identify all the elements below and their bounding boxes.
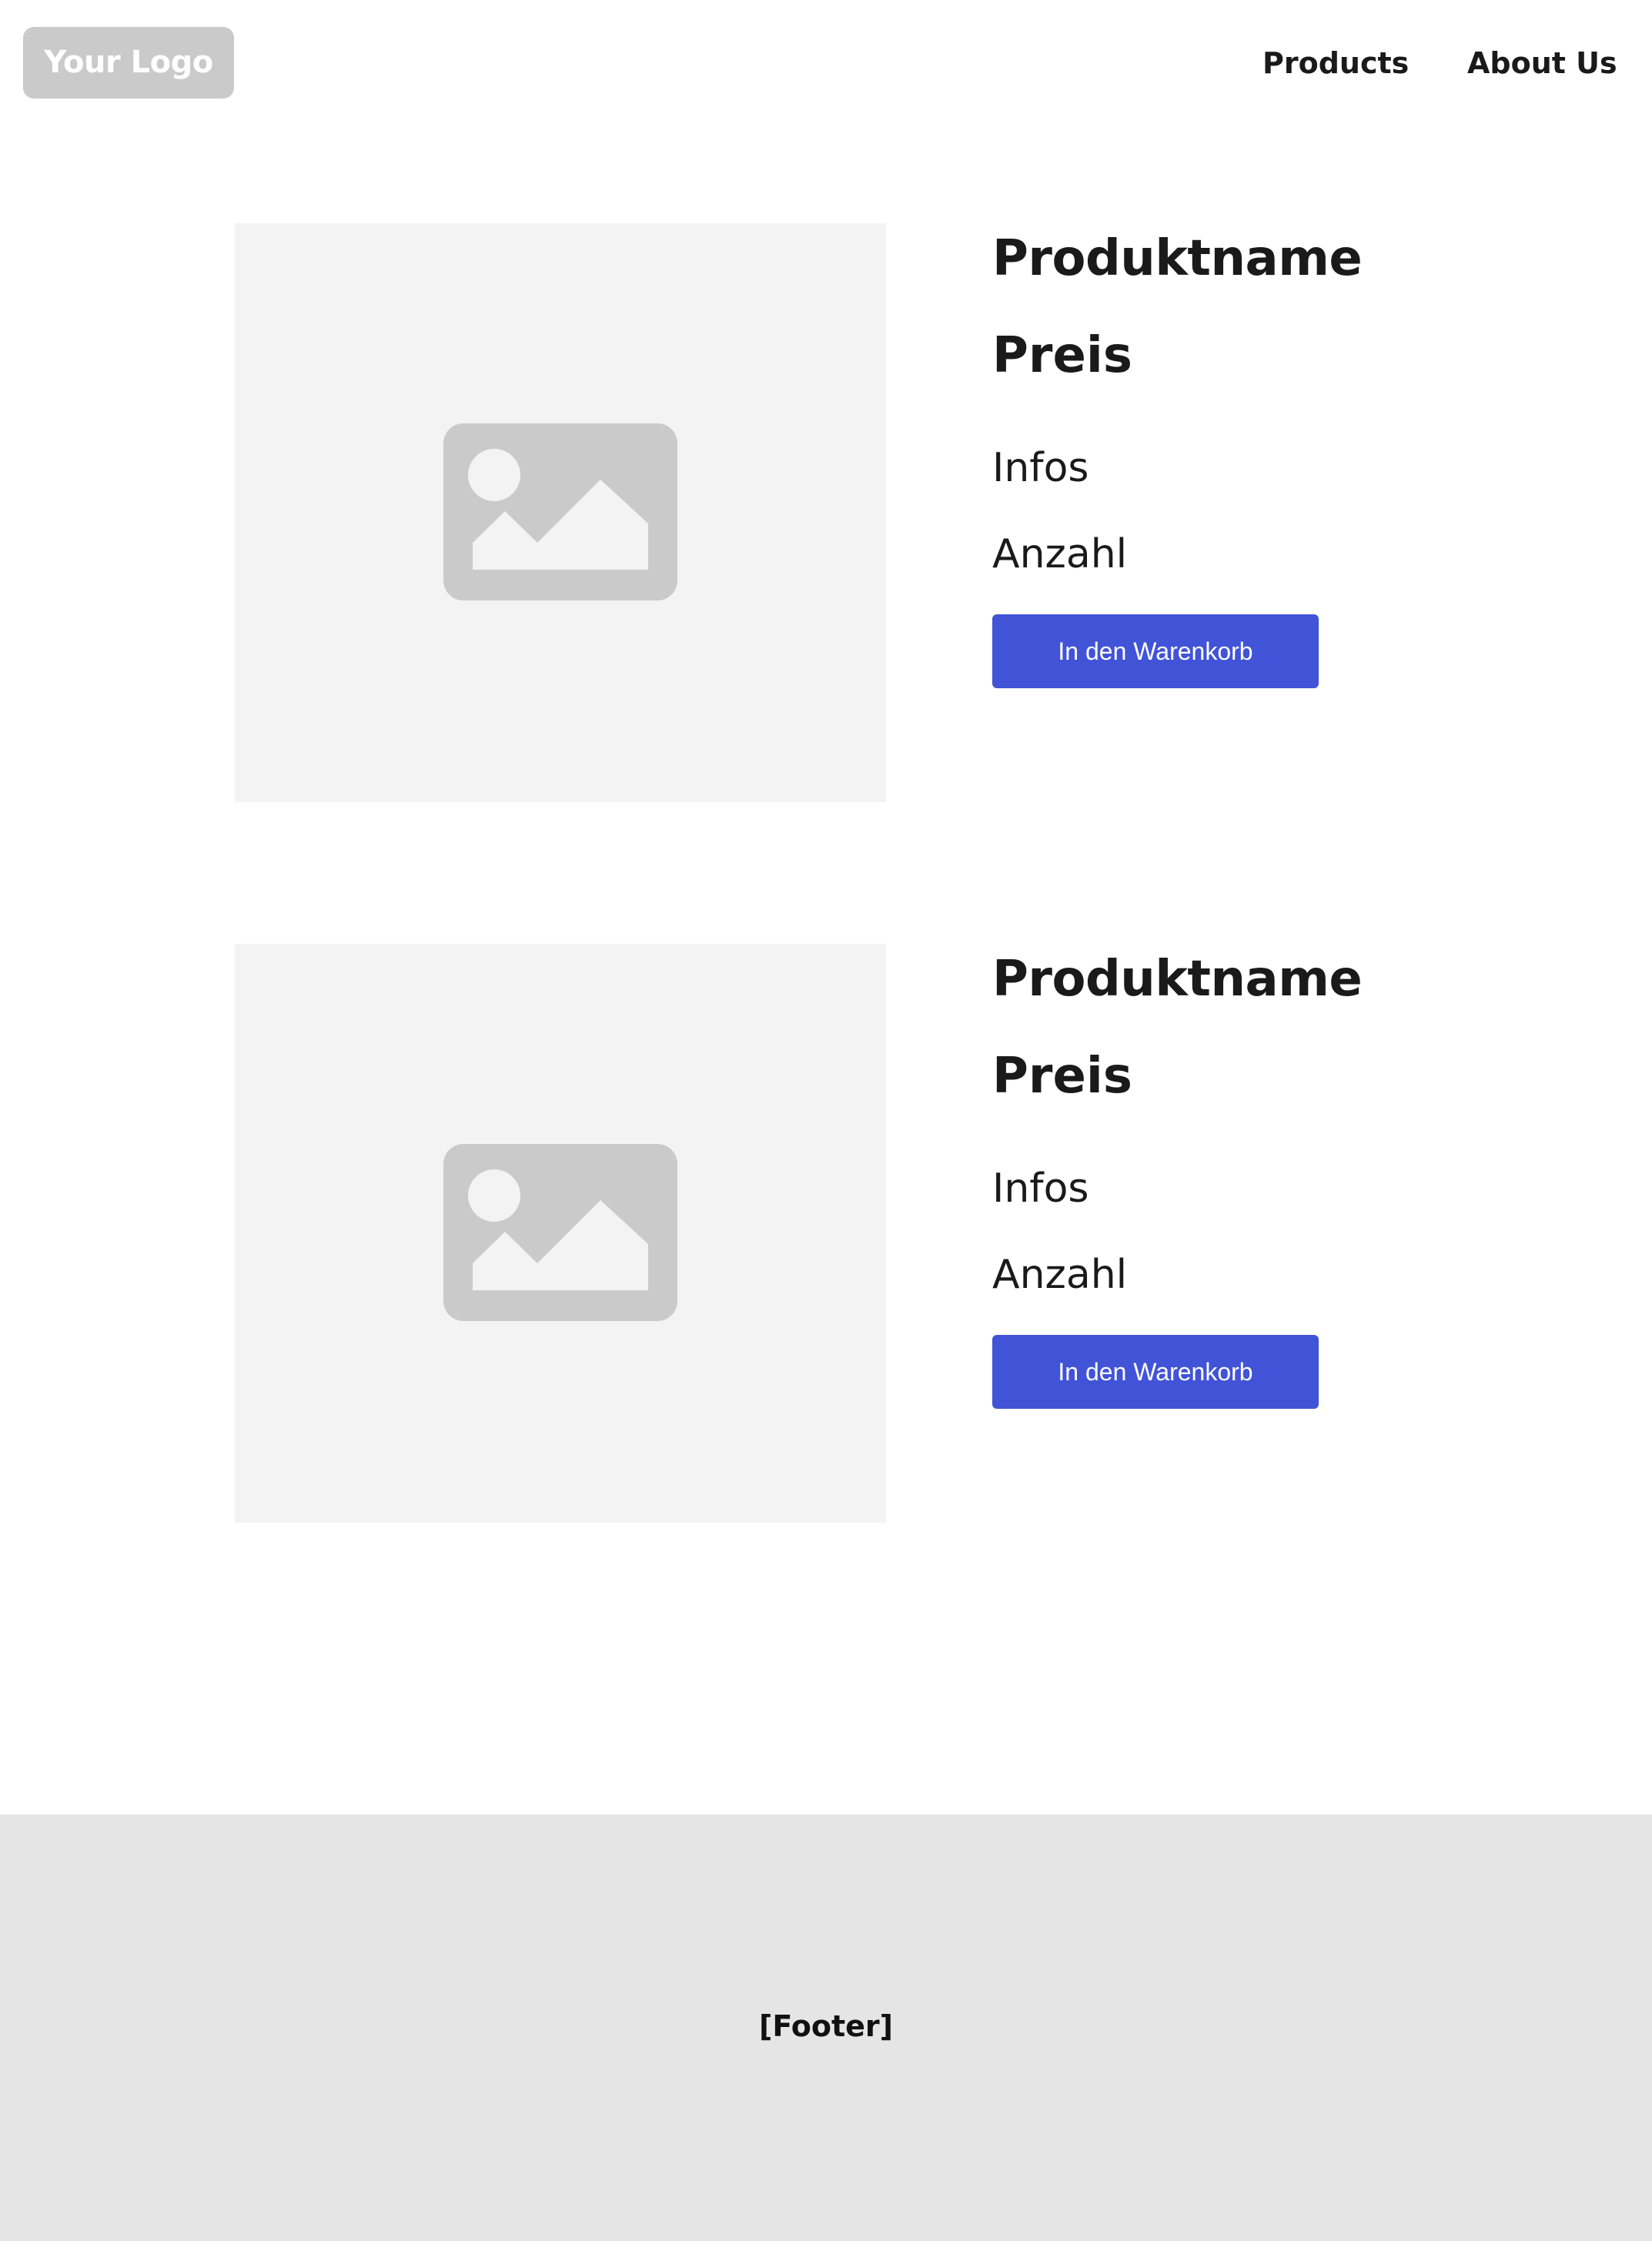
product-info: Infos bbox=[992, 1166, 1089, 1212]
site-header: Your Logo Products About Us bbox=[0, 0, 1652, 127]
logo[interactable]: Your Logo bbox=[23, 27, 234, 99]
footer-text: [Footer] bbox=[758, 2009, 894, 2043]
product-card: Produktname Preis Infos Anzahl In den Wa… bbox=[0, 944, 1652, 1523]
add-to-cart-button[interactable]: In den Warenkorb bbox=[992, 614, 1319, 688]
product-price: Preis bbox=[992, 327, 1132, 384]
product-image bbox=[235, 944, 886, 1523]
product-quantity[interactable]: Anzahl bbox=[992, 527, 1127, 581]
site-footer: [Footer] bbox=[0, 1815, 1652, 2241]
nav-link-products[interactable]: Products bbox=[1262, 40, 1409, 86]
nav-link-about-us[interactable]: About Us bbox=[1467, 40, 1617, 86]
image-placeholder-icon bbox=[443, 423, 677, 600]
product-info: Infos bbox=[992, 445, 1089, 491]
product-name: Produktname bbox=[992, 951, 1363, 1008]
product-quantity[interactable]: Anzahl bbox=[992, 1248, 1127, 1302]
product-price: Preis bbox=[992, 1048, 1132, 1105]
add-to-cart-button[interactable]: In den Warenkorb bbox=[992, 1335, 1319, 1409]
product-card: Produktname Preis Infos Anzahl In den Wa… bbox=[0, 223, 1652, 802]
product-image bbox=[235, 223, 886, 802]
product-name: Produktname bbox=[992, 230, 1363, 287]
image-placeholder-icon bbox=[443, 1144, 677, 1321]
